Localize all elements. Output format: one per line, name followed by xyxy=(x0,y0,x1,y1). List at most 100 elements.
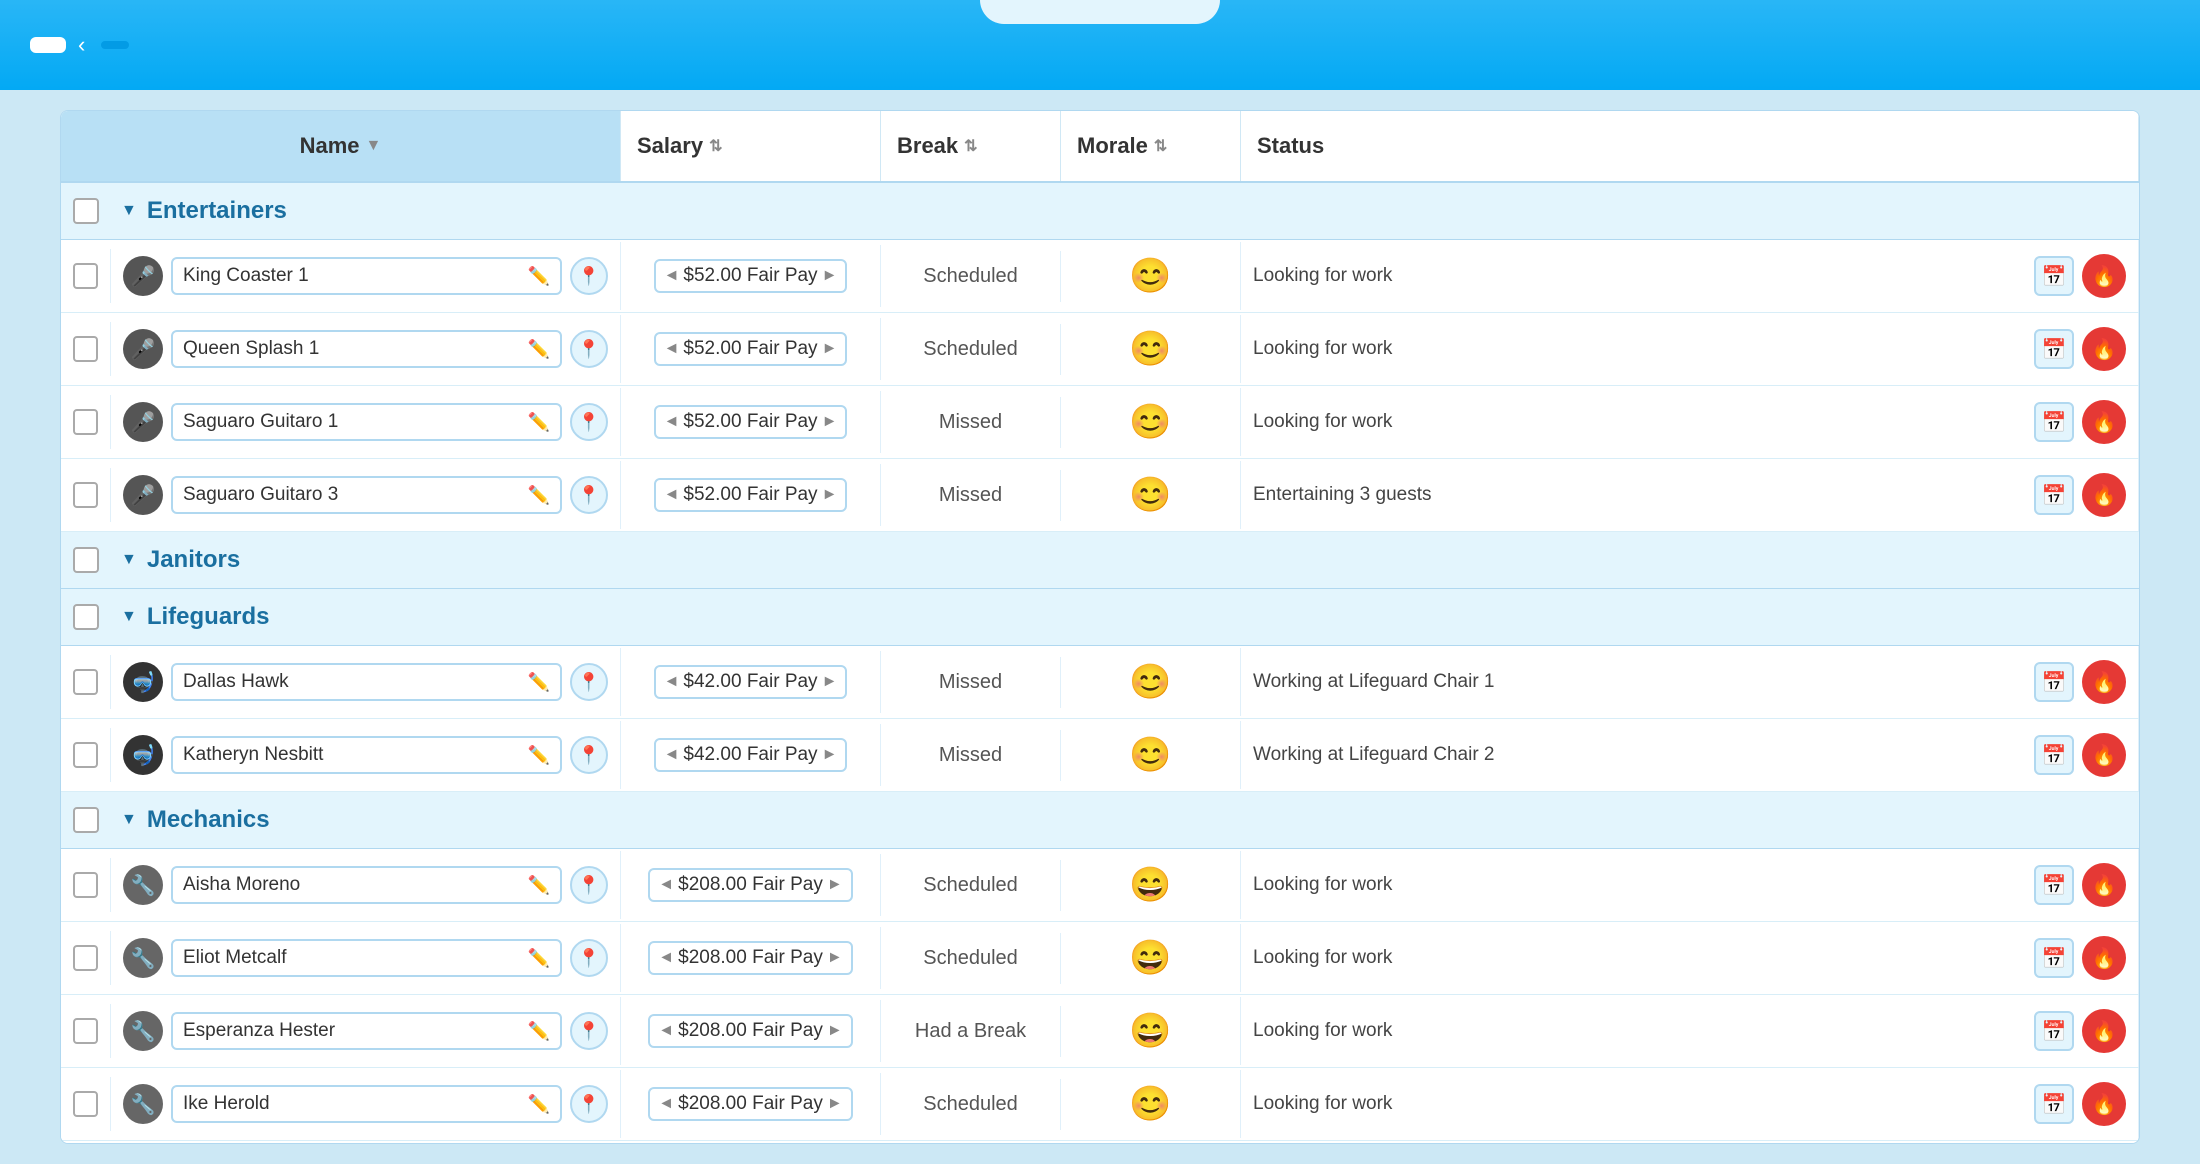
calendar-button[interactable]: 📅 xyxy=(2034,402,2074,442)
fire-button[interactable]: 🔥 xyxy=(2082,1009,2126,1053)
salary-increase-button[interactable]: ► xyxy=(822,486,838,504)
collapse-icon-lifeguards[interactable]: ▼ xyxy=(121,608,137,626)
location-button[interactable]: 📍 xyxy=(570,476,608,514)
col-name[interactable]: Name ▼ xyxy=(61,111,621,181)
salary-increase-button[interactable]: ► xyxy=(827,949,843,967)
name-input[interactable]: Aisha Moreno ✏️ xyxy=(171,866,562,904)
location-button[interactable]: 📍 xyxy=(570,663,608,701)
location-button[interactable]: 📍 xyxy=(570,736,608,774)
edit-icon[interactable]: ✏️ xyxy=(528,1094,550,1115)
exit-button[interactable] xyxy=(30,37,66,53)
calendar-button[interactable]: 📅 xyxy=(2034,1011,2074,1051)
fire-button[interactable]: 🔥 xyxy=(2082,936,2126,980)
location-button[interactable]: 📍 xyxy=(570,866,608,904)
fire-button[interactable]: 🔥 xyxy=(2082,863,2126,907)
name-input[interactable]: Dallas Hawk ✏️ xyxy=(171,663,562,701)
salary-decrease-button[interactable]: ◄ xyxy=(664,673,680,691)
salary-increase-button[interactable]: ► xyxy=(822,267,838,285)
salary-increase-button[interactable]: ► xyxy=(822,413,838,431)
calendar-button[interactable]: 📅 xyxy=(2034,329,2074,369)
fire-button[interactable]: 🔥 xyxy=(2082,254,2126,298)
fire-button[interactable]: 🔥 xyxy=(2082,473,2126,517)
group-label-janitors[interactable]: ▼ Janitors xyxy=(111,546,2139,574)
salary-decrease-button[interactable]: ◄ xyxy=(664,486,680,504)
row-checkbox[interactable] xyxy=(61,655,111,709)
salary-increase-button[interactable]: ► xyxy=(827,1095,843,1113)
break-sort-icon[interactable]: ⇅ xyxy=(964,136,977,156)
location-button[interactable]: 📍 xyxy=(570,939,608,977)
location-button[interactable]: 📍 xyxy=(570,330,608,368)
name-input[interactable]: Eliot Metcalf ✏️ xyxy=(171,939,562,977)
name-input[interactable]: Esperanza Hester ✏️ xyxy=(171,1012,562,1050)
fire-button[interactable]: 🔥 xyxy=(2082,660,2126,704)
calendar-button[interactable]: 📅 xyxy=(2034,1084,2074,1124)
location-button[interactable]: 📍 xyxy=(570,257,608,295)
salary-decrease-button[interactable]: ◄ xyxy=(664,413,680,431)
salary-decrease-button[interactable]: ◄ xyxy=(658,1095,674,1113)
collapse-icon-entertainers[interactable]: ▼ xyxy=(121,202,137,220)
salary-decrease-button[interactable]: ◄ xyxy=(664,746,680,764)
salary-increase-button[interactable]: ► xyxy=(822,340,838,358)
row-checkbox[interactable] xyxy=(61,395,111,449)
location-button[interactable]: 📍 xyxy=(570,1012,608,1050)
edit-icon[interactable]: ✏️ xyxy=(528,745,550,766)
edit-icon[interactable]: ✏️ xyxy=(528,672,550,693)
row-checkbox[interactable] xyxy=(61,728,111,782)
calendar-button[interactable]: 📅 xyxy=(2034,865,2074,905)
row-checkbox[interactable] xyxy=(61,249,111,303)
row-checkbox[interactable] xyxy=(61,322,111,376)
fire-button[interactable]: 🔥 xyxy=(2082,400,2126,444)
name-input[interactable]: Ike Herold ✏️ xyxy=(171,1085,562,1123)
group-checkbox-mechanics[interactable] xyxy=(61,807,111,833)
edit-icon[interactable]: ✏️ xyxy=(528,875,550,896)
fire-button[interactable]: 🔥 xyxy=(2082,1082,2126,1126)
collapse-icon-mechanics[interactable]: ▼ xyxy=(121,811,137,829)
salary-decrease-button[interactable]: ◄ xyxy=(658,876,674,894)
salary-decrease-button[interactable]: ◄ xyxy=(658,949,674,967)
name-sort-icon[interactable]: ▼ xyxy=(366,137,382,155)
collapse-icon-janitors[interactable]: ▼ xyxy=(121,551,137,569)
row-checkbox[interactable] xyxy=(61,858,111,912)
group-checkbox-lifeguards[interactable] xyxy=(61,604,111,630)
edit-icon[interactable]: ✏️ xyxy=(528,412,550,433)
salary-increase-button[interactable]: ► xyxy=(822,673,838,691)
edit-icon[interactable]: ✏️ xyxy=(528,339,550,360)
salary-decrease-button[interactable]: ◄ xyxy=(664,340,680,358)
name-input[interactable]: Katheryn Nesbitt ✏️ xyxy=(171,736,562,774)
row-checkbox[interactable] xyxy=(61,931,111,985)
fire-button[interactable]: 🔥 xyxy=(2082,733,2126,777)
group-label-lifeguards[interactable]: ▼ Lifeguards xyxy=(111,603,2139,631)
salary-decrease-button[interactable]: ◄ xyxy=(664,267,680,285)
edit-icon[interactable]: ✏️ xyxy=(528,266,550,287)
row-checkbox[interactable] xyxy=(61,1077,111,1131)
name-input[interactable]: King Coaster 1 ✏️ xyxy=(171,257,562,295)
name-input[interactable]: Saguaro Guitaro 1 ✏️ xyxy=(171,403,562,441)
location-button[interactable]: 📍 xyxy=(570,403,608,441)
location-button[interactable]: 📍 xyxy=(570,1085,608,1123)
fire-button[interactable]: 🔥 xyxy=(2082,327,2126,371)
group-checkbox-janitors[interactable] xyxy=(61,547,111,573)
edit-icon[interactable]: ✏️ xyxy=(528,948,550,969)
calendar-button[interactable]: 📅 xyxy=(2034,662,2074,702)
salary-increase-button[interactable]: ► xyxy=(827,1022,843,1040)
salary-decrease-button[interactable]: ◄ xyxy=(658,1022,674,1040)
calendar-button[interactable]: 📅 xyxy=(2034,735,2074,775)
row-checkbox[interactable] xyxy=(61,468,111,522)
col-salary[interactable]: Salary ⇅ xyxy=(621,111,881,181)
edit-icon[interactable]: ✏️ xyxy=(528,1021,550,1042)
calendar-button[interactable]: 📅 xyxy=(2034,256,2074,296)
name-input[interactable]: Saguaro Guitaro 3 ✏️ xyxy=(171,476,562,514)
name-input[interactable]: Queen Splash 1 ✏️ xyxy=(171,330,562,368)
group-checkbox-entertainers[interactable] xyxy=(61,198,111,224)
col-morale[interactable]: Morale ⇅ xyxy=(1061,111,1241,181)
col-break[interactable]: Break ⇅ xyxy=(881,111,1061,181)
calendar-button[interactable]: 📅 xyxy=(2034,475,2074,515)
salary-increase-button[interactable]: ► xyxy=(822,746,838,764)
edit-icon[interactable]: ✏️ xyxy=(528,485,550,506)
group-label-entertainers[interactable]: ▼ Entertainers xyxy=(111,197,2139,225)
row-checkbox[interactable] xyxy=(61,1004,111,1058)
morale-sort-icon[interactable]: ⇅ xyxy=(1154,136,1167,156)
salary-increase-button[interactable]: ► xyxy=(827,876,843,894)
group-label-mechanics[interactable]: ▼ Mechanics xyxy=(111,806,2139,834)
calendar-button[interactable]: 📅 xyxy=(2034,938,2074,978)
